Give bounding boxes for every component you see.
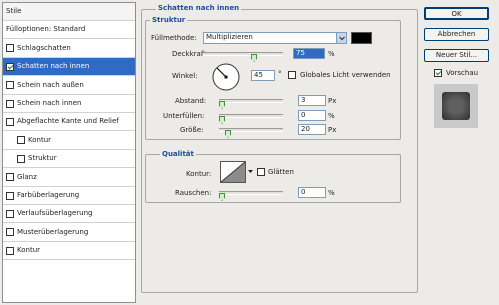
style-checkbox[interactable]: [6, 117, 14, 126]
style-list-item[interactable]: Glanz: [3, 169, 135, 187]
global-light-checkbox[interactable]: [288, 71, 296, 79]
global-light-label: Globales Licht verwenden: [300, 71, 391, 79]
ok-button[interactable]: OK: [424, 7, 489, 20]
size-label: Größe:: [180, 126, 204, 134]
style-list-item[interactable]: Struktur: [3, 150, 135, 169]
styles-list: Stile Fülloptionen: Standard Schlagschatte…: [2, 2, 136, 303]
distance-input[interactable]: 3: [298, 95, 326, 106]
size-input[interactable]: 20: [298, 124, 326, 135]
contour-label: Kontur:: [186, 170, 212, 178]
opacity-slider-track[interactable]: [203, 52, 283, 56]
style-list-item[interactable]: Fülloptionen: Standard: [3, 21, 135, 40]
angle-label: Winkel:: [172, 72, 198, 80]
style-list-label: Musterüberlagerung: [17, 227, 89, 236]
style-list-label: Schlagschatten: [17, 43, 71, 52]
distance-unit: Px: [328, 97, 337, 105]
size-unit: Px: [328, 126, 337, 134]
style-list-item[interactable]: Stile: [3, 3, 135, 21]
style-checkbox[interactable]: [6, 228, 14, 237]
style-checkbox[interactable]: [17, 136, 25, 145]
style-list-item[interactable]: Farbüberlagerung: [3, 187, 135, 205]
choke-input[interactable]: 0: [298, 110, 326, 121]
style-list-label: Fülloptionen: Standard: [6, 25, 86, 34]
style-list-label: Glanz: [17, 172, 37, 181]
struktur-title: Struktur: [150, 16, 188, 25]
style-checkbox[interactable]: [6, 44, 14, 53]
style-list-item[interactable]: Kontur: [3, 132, 135, 150]
quality-title: Qualität: [160, 150, 196, 159]
noise-input[interactable]: 0: [298, 187, 326, 198]
preview-checkbox[interactable]: [434, 69, 442, 77]
distance-slider-track[interactable]: [219, 99, 283, 103]
new-style-button[interactable]: Neuer Stil...: [424, 49, 489, 62]
blend-mode-label: Füllmethode:: [151, 34, 197, 42]
angle-unit: °: [278, 70, 282, 78]
style-list-item[interactable]: Verlaufsüberlagerung: [3, 205, 135, 224]
chevron-down-icon: [336, 33, 346, 43]
noise-label: Rauschen:: [175, 189, 212, 197]
distance-label: Abstand:: [175, 97, 207, 105]
opacity-input[interactable]: 75: [293, 48, 325, 59]
style-checkbox[interactable]: [6, 209, 14, 218]
preview-swatch: [442, 92, 470, 120]
style-list-item[interactable]: Kontur: [3, 242, 135, 261]
style-checkbox[interactable]: [6, 173, 14, 182]
style-list-label: Abgeflachte Kante und Relief: [17, 117, 119, 126]
style-checkbox[interactable]: [6, 246, 14, 255]
style-list-label: Kontur: [28, 135, 52, 144]
contour-dropdown-arrow-icon[interactable]: [247, 168, 254, 175]
style-list-label: Schein nach außen: [17, 80, 84, 89]
style-list-item[interactable]: Schein nach außen: [3, 77, 135, 95]
noise-unit: %: [328, 189, 335, 197]
style-list-label: Farbüberlagerung: [17, 191, 80, 199]
contour-picker[interactable]: [220, 161, 246, 183]
choke-unit: %: [328, 112, 335, 120]
style-list-label: Schein nach innen: [17, 99, 82, 107]
choke-slider-track[interactable]: [219, 114, 283, 118]
angle-dial[interactable]: [211, 62, 241, 92]
shadow-color-swatch[interactable]: [351, 32, 372, 44]
choke-label: Unterfüllen:: [163, 112, 205, 120]
style-checkbox[interactable]: [17, 154, 25, 163]
style-list-label: Stile: [6, 7, 22, 15]
style-checkbox[interactable]: [6, 81, 14, 90]
antialias-checkbox[interactable]: [257, 168, 265, 176]
style-list-label: Verlaufsüberlagerung: [17, 209, 93, 218]
style-list-item[interactable]: Abgeflachte Kante und Relief: [3, 113, 135, 132]
style-list-label: Schatten nach innen: [17, 62, 90, 71]
style-list-item[interactable]: Schatten nach innen: [3, 58, 135, 77]
antialias-label: Glätten: [268, 168, 294, 176]
angle-input[interactable]: 45: [251, 70, 275, 81]
preview-label: Vorschau: [446, 69, 479, 77]
opacity-unit: %: [328, 50, 335, 58]
style-checkbox[interactable]: [6, 62, 14, 71]
style-list-item[interactable]: Schlagschatten: [3, 40, 135, 58]
style-checkbox[interactable]: [6, 191, 14, 200]
cancel-button[interactable]: Abbrechen: [424, 28, 489, 41]
style-list-item[interactable]: Musterüberlagerung: [3, 224, 135, 242]
style-list-item[interactable]: Schein nach innen: [3, 95, 135, 113]
style-list-label: Kontur: [17, 246, 41, 255]
preview-thumbnail: [434, 84, 478, 128]
blend-mode-select[interactable]: Multiplizieren: [203, 32, 347, 44]
style-checkbox[interactable]: [6, 99, 14, 108]
inner-shadow-title: Schatten nach innen: [156, 4, 242, 13]
style-list-label: Struktur: [28, 154, 57, 163]
noise-slider-track[interactable]: [219, 191, 283, 195]
blend-mode-value: Multiplizieren: [206, 33, 253, 41]
